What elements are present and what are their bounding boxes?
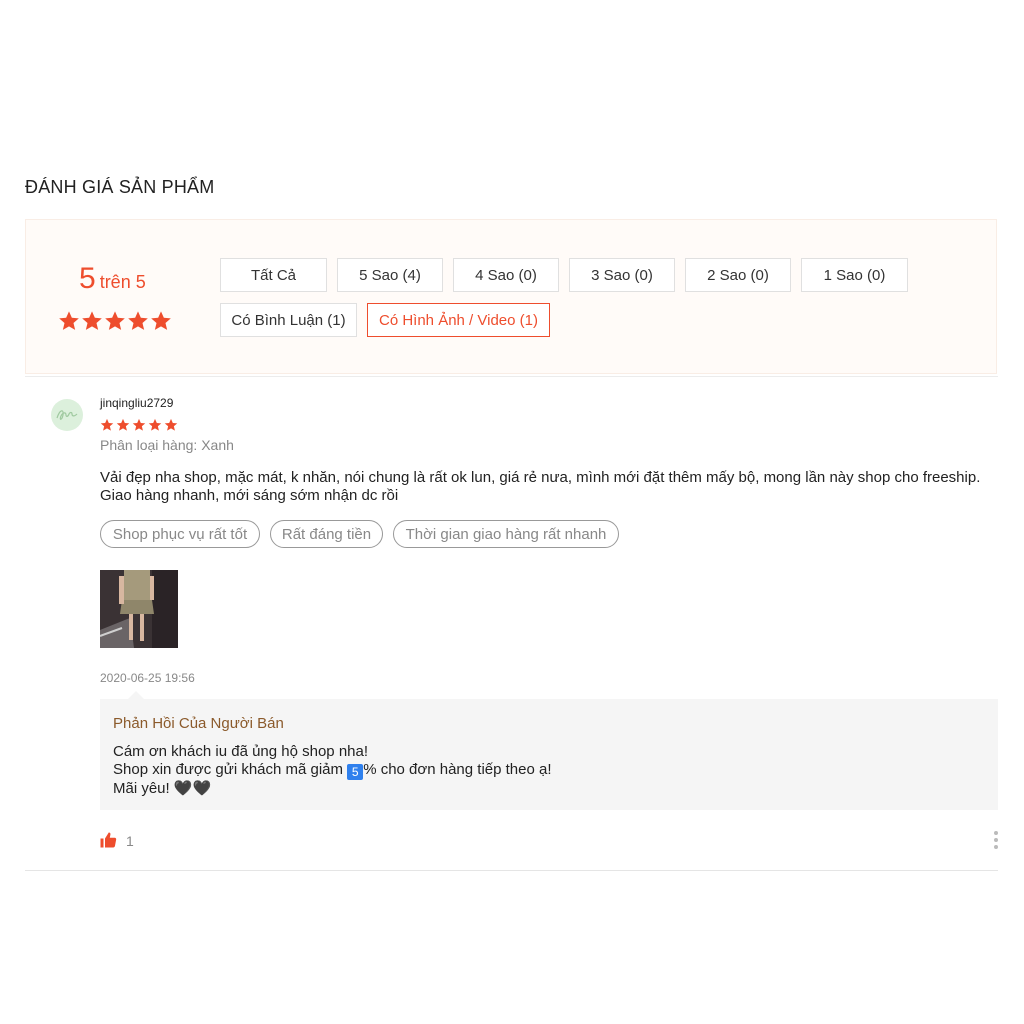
- review-text: Vải đẹp nha shop, mặc mát, k nhăn, nói c…: [100, 469, 1000, 505]
- filter-2-star-button[interactable]: 2 Sao (0): [685, 258, 791, 292]
- review-tag[interactable]: Thời gian giao hàng rất nhanh: [393, 520, 619, 548]
- review-text-line: Vải đẹp nha shop, mặc mát, k nhăn, nói c…: [100, 469, 981, 486]
- filter-5-star-button[interactable]: 5 Sao (4): [337, 258, 443, 292]
- filter-with-media-button[interactable]: Có Hình Ảnh / Video (1): [367, 303, 550, 337]
- avatar-signature-icon: [56, 410, 78, 420]
- seller-reply-text: % cho đơn hàng tiếp theo ạ!: [363, 761, 552, 778]
- review-author[interactable]: jinqingliu2729: [100, 396, 173, 410]
- keycap-five-icon: 5: [347, 764, 364, 780]
- star-icon: [82, 311, 102, 330]
- seller-reply-line: Shop xin được gửi khách mã giảm 5% cho đ…: [113, 761, 552, 780]
- star-icon: [105, 311, 125, 330]
- review-text-line: Giao hàng nhanh, mới sáng sớm nhận dc rồ…: [100, 487, 399, 504]
- star-icon: [128, 311, 148, 330]
- seller-reply: Phản Hồi Của Người Bán Cám ơn khách iu đ…: [100, 691, 998, 810]
- seller-reply-body: Cám ơn khách iu đã ủng hộ shop nha! Shop…: [113, 743, 552, 798]
- star-icon: [148, 418, 162, 431]
- seller-reply-line: Mãi yêu! 🖤🖤: [113, 780, 212, 797]
- seller-reply-text: Shop xin được gửi khách mã giảm: [113, 761, 348, 778]
- review-photo[interactable]: [100, 570, 178, 648]
- average-score: 5 trên 5: [79, 262, 146, 296]
- star-icon: [164, 418, 178, 431]
- star-icon: [100, 418, 114, 431]
- avatar[interactable]: [51, 399, 83, 431]
- product-variation: Phân loại hàng: Xanh: [100, 437, 234, 453]
- divider: [25, 870, 998, 871]
- score-suffix: trên 5: [99, 272, 146, 292]
- star-icon: [59, 311, 79, 330]
- review-stars: [100, 418, 178, 432]
- like-count: 1: [126, 833, 134, 849]
- filter-all-button[interactable]: Tất Cả: [220, 258, 327, 292]
- section-title: ĐÁNH GIÁ SẢN PHẨM: [25, 177, 215, 197]
- more-vertical-icon[interactable]: [990, 831, 1002, 851]
- filter-with-comment-button[interactable]: Có Bình Luận (1): [220, 303, 357, 337]
- review-tag[interactable]: Rất đáng tiền: [270, 520, 383, 548]
- divider: [25, 376, 998, 377]
- average-stars: [58, 310, 172, 332]
- filter-3-star-button[interactable]: 3 Sao (0): [569, 258, 675, 292]
- review-tag[interactable]: Shop phục vụ rất tốt: [100, 520, 260, 548]
- filter-4-star-button[interactable]: 4 Sao (0): [453, 258, 559, 292]
- star-icon: [132, 418, 146, 431]
- score-value: 5: [79, 262, 96, 295]
- review-timestamp: 2020-06-25 19:56: [100, 671, 195, 685]
- seller-reply-line: Cám ơn khách iu đã ủng hộ shop nha!: [113, 743, 369, 760]
- seller-reply-title: Phản Hồi Của Người Bán: [113, 715, 284, 732]
- star-icon: [116, 418, 130, 431]
- thumbs-up-icon[interactable]: [99, 831, 117, 849]
- rating-overview: 5 trên 5 Tất Cả 5 Sao (4) 4 Sao (0) 3 Sao…: [25, 219, 997, 374]
- star-icon: [151, 311, 171, 330]
- filter-1-star-button[interactable]: 1 Sao (0): [801, 258, 908, 292]
